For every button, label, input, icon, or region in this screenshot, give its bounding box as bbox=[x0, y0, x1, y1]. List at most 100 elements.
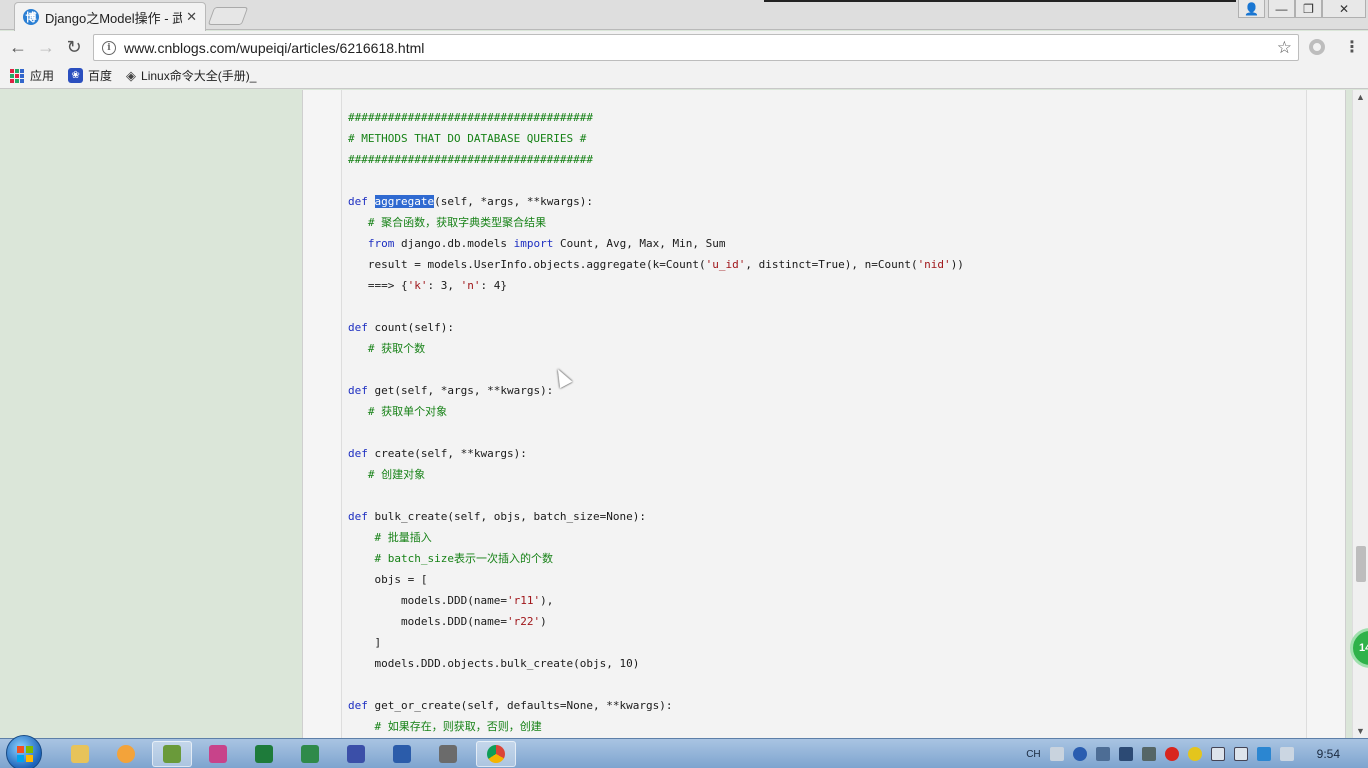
notepad-taskbar-button[interactable] bbox=[152, 741, 192, 767]
code-line: from django.db.models import Count, Avg,… bbox=[348, 233, 964, 254]
save-taskbar-button[interactable] bbox=[336, 741, 376, 767]
linux-icon: ◈ bbox=[126, 67, 137, 83]
profile-icon[interactable]: 👤 bbox=[1238, 0, 1265, 18]
code-token: # 如果存在，则获取，否则，创建 bbox=[348, 720, 542, 733]
volume-icon[interactable] bbox=[1279, 747, 1294, 761]
code-token: # METHODS THAT DO DATABASE QUERIES # bbox=[348, 132, 587, 145]
code-line: models.DDD(name='r22') bbox=[348, 611, 964, 632]
code-token: bulk_create(self, objs, batch_size=None)… bbox=[374, 510, 647, 523]
extension-icon[interactable] bbox=[1309, 39, 1325, 55]
code-token: 'u_id' bbox=[705, 258, 746, 271]
code-line: models.DDD(name='r11'), bbox=[348, 590, 964, 611]
code-line: def count(self): bbox=[348, 317, 964, 338]
word-taskbar-button[interactable] bbox=[382, 741, 422, 767]
language-indicator[interactable]: CH bbox=[1026, 749, 1040, 760]
upload-arrow-icon[interactable] bbox=[1118, 747, 1133, 761]
code-token: 'k' bbox=[407, 279, 428, 292]
code-block: ##################################### # M… bbox=[341, 90, 1307, 738]
code-token: ##################################### bbox=[348, 153, 594, 166]
help-icon[interactable] bbox=[1072, 747, 1087, 761]
explorer-taskbar-button[interactable] bbox=[60, 741, 100, 767]
chrome-taskbar-button[interactable] bbox=[476, 741, 516, 767]
display-tray-icon[interactable] bbox=[1210, 747, 1225, 761]
floppy-icon bbox=[347, 745, 365, 763]
bookmark-baidu[interactable]: ❀ 百度 bbox=[68, 67, 112, 84]
code-line: # 获取单个对象 bbox=[348, 401, 964, 422]
code-token: # 聚合函数，获取字典类型聚合结果 bbox=[348, 216, 547, 229]
monitor-tray-icon[interactable] bbox=[1233, 747, 1248, 761]
code-token: import bbox=[513, 237, 554, 250]
code-token: # 获取个数 bbox=[348, 342, 426, 355]
bookmark-star-icon[interactable]: ☆ bbox=[1277, 38, 1292, 58]
info-icon[interactable]: i bbox=[102, 40, 116, 55]
restore-button[interactable]: ❐ bbox=[1295, 0, 1322, 18]
code-token: def bbox=[348, 510, 375, 523]
code-token: django.db.models bbox=[394, 237, 514, 250]
code-token: ##################################### bbox=[348, 111, 594, 124]
code-line: def aggregate(self, *args, **kwargs): bbox=[348, 191, 964, 212]
scrollbar-thumb[interactable] bbox=[1356, 546, 1366, 582]
tab-title: Django之Model操作 - 武 bbox=[45, 10, 183, 26]
minimize-button[interactable]: — bbox=[1268, 0, 1295, 18]
close-window-button[interactable]: ✕ bbox=[1322, 0, 1366, 18]
bookmark-apps[interactable]: 应用 bbox=[10, 67, 54, 84]
code-line: ##################################### bbox=[348, 149, 964, 170]
chrome-icon bbox=[487, 745, 505, 763]
code-token: models.DDD(name= bbox=[348, 615, 507, 628]
tools-taskbar-button[interactable] bbox=[428, 741, 468, 767]
code-lines: ##################################### # M… bbox=[348, 107, 964, 737]
code-line: # 聚合函数，获取字典类型聚合结果 bbox=[348, 212, 964, 233]
code-token: models.DDD.objects.bulk_create(objs, 10) bbox=[348, 657, 640, 670]
code-token: count(self): bbox=[374, 321, 454, 334]
code-token: # 批量插入 bbox=[348, 531, 432, 544]
code-line: # METHODS THAT DO DATABASE QUERIES # bbox=[348, 128, 964, 149]
scroll-up-icon[interactable]: ▲ bbox=[1356, 92, 1365, 102]
keyboard-icon[interactable] bbox=[1049, 747, 1064, 761]
tool-icon bbox=[209, 745, 227, 763]
code-token: models.DDD(name= bbox=[348, 594, 507, 607]
clock[interactable]: 9:54 bbox=[1317, 747, 1340, 761]
reload-icon[interactable]: ↻ bbox=[62, 36, 86, 58]
bookmark-linux[interactable]: ◈ Linux命令大全(手册)_ bbox=[126, 67, 256, 84]
excel-taskbar-button[interactable] bbox=[244, 741, 284, 767]
address-bar[interactable]: i www.cnblogs.com/wupeiqi/articles/62166… bbox=[93, 34, 1299, 61]
article-body: ##################################### # M… bbox=[302, 90, 1346, 738]
code-line: result = models.UserInfo.objects.aggrega… bbox=[348, 254, 964, 275]
page-viewport: ##################################### # M… bbox=[0, 90, 1352, 738]
code-token: ) bbox=[540, 615, 547, 628]
code-line: def get(self, *args, **kwargs): bbox=[348, 380, 964, 401]
app-taskbar-button[interactable] bbox=[198, 741, 238, 767]
tray-expand-icon[interactable] bbox=[1095, 747, 1110, 761]
calc-taskbar-button[interactable] bbox=[290, 741, 330, 767]
wrench-icon bbox=[439, 745, 457, 763]
code-line: models.DDD.objects.bulk_create(objs, 10) bbox=[348, 653, 964, 674]
app-tray-icon[interactable] bbox=[1256, 747, 1271, 761]
word-icon bbox=[393, 745, 411, 763]
record-tray-icon[interactable] bbox=[1164, 747, 1179, 761]
scroll-down-icon[interactable]: ▼ bbox=[1356, 726, 1365, 736]
paint-taskbar-button[interactable] bbox=[106, 741, 146, 767]
new-tab-button[interactable] bbox=[207, 7, 249, 25]
plus-tray-icon[interactable] bbox=[1187, 747, 1202, 761]
code-line: def bulk_create(self, objs, batch_size=N… bbox=[348, 506, 964, 527]
code-line: # 批量插入 bbox=[348, 527, 964, 548]
code-line: # 创建对象 bbox=[348, 464, 964, 485]
back-arrow-icon[interactable]: ← bbox=[6, 36, 30, 58]
palette-icon bbox=[117, 745, 135, 763]
bookmark-label: Linux命令大全(手册)_ bbox=[141, 69, 257, 83]
network-tray-icon[interactable] bbox=[1141, 747, 1156, 761]
browser-tab[interactable]: 博 Django之Model操作 - 武 ✕ bbox=[14, 2, 206, 31]
code-token: # batch_size表示一次插入的个数 bbox=[348, 552, 553, 565]
code-token: def bbox=[348, 195, 375, 208]
code-token: : 4} bbox=[480, 279, 507, 292]
forward-arrow-icon[interactable]: → bbox=[34, 36, 58, 58]
tab-close-icon[interactable]: ✕ bbox=[186, 9, 197, 25]
code-token: 'r22' bbox=[506, 615, 541, 628]
excel-icon bbox=[255, 745, 273, 763]
code-line: # 获取个数 bbox=[348, 338, 964, 359]
bookmark-label: 百度 bbox=[88, 69, 113, 83]
code-line: objs = [ bbox=[348, 569, 964, 590]
menu-kebab-icon[interactable]: ⋮ bbox=[1344, 37, 1360, 57]
start-button[interactable] bbox=[6, 735, 42, 768]
